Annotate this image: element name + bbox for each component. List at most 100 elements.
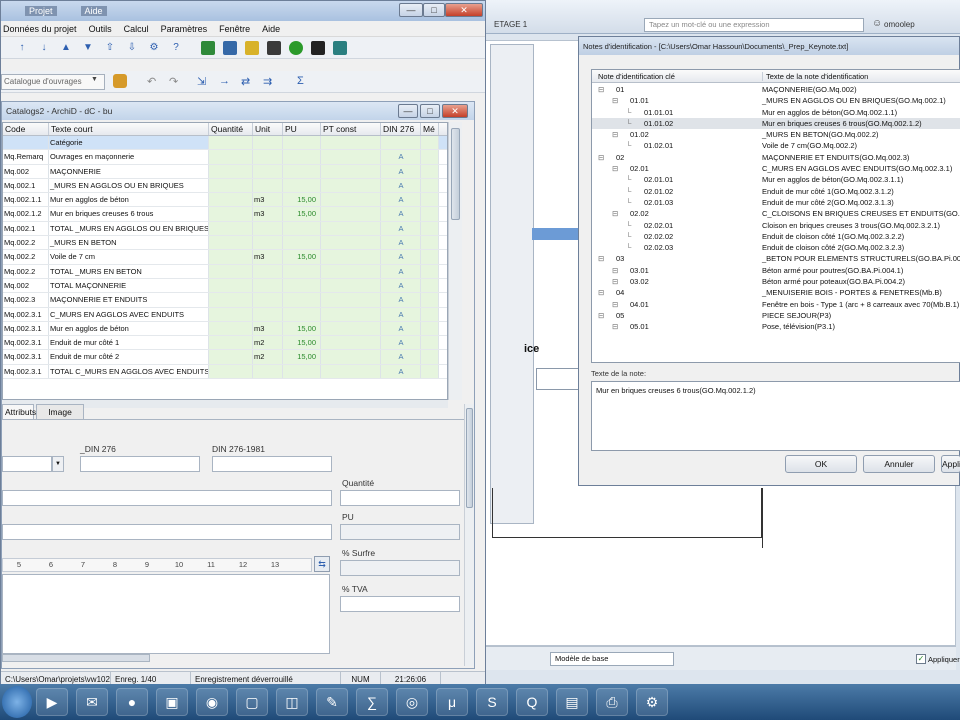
- background-tab-label[interactable]: ETAGE 1: [494, 20, 527, 29]
- cell-pu[interactable]: [283, 364, 321, 379]
- cell-code[interactable]: Mq.002: [3, 278, 49, 293]
- col-pt[interactable]: PT const: [321, 123, 381, 135]
- quantite-field[interactable]: [340, 490, 460, 506]
- cell-unit[interactable]: m3: [253, 321, 283, 336]
- cell-pt[interactable]: [321, 250, 381, 264]
- triangle-up-icon[interactable]: ▲: [59, 41, 73, 55]
- cell-din[interactable]: A: [381, 164, 421, 178]
- cell-me[interactable]: [421, 350, 439, 364]
- tree-row[interactable]: ⊟ 03.01 Béton armé pour poutres(GO.BA.Pi.0…: [592, 265, 960, 276]
- tree-row[interactable]: └ 02.01.02 Enduit de mur côté 1(GO.Mq.002.…: [592, 186, 960, 197]
- left-combo-chevron-icon[interactable]: ▼: [52, 456, 64, 472]
- cell-quantite[interactable]: [209, 207, 253, 221]
- apply-button[interactable]: Appliquer: [941, 455, 960, 473]
- tree-row[interactable]: ⊟ 03.02 Béton armé pour poteaux(GO.BA.Pi.0…: [592, 276, 960, 287]
- close-button[interactable]: ✕: [445, 3, 483, 17]
- double-arrow-icon[interactable]: ⇉: [263, 75, 272, 88]
- long-field-2[interactable]: [2, 524, 332, 540]
- cell-unit[interactable]: [253, 293, 283, 307]
- cell-quantite[interactable]: [209, 150, 253, 164]
- cell-pt[interactable]: [321, 264, 381, 278]
- cell-me[interactable]: [421, 364, 439, 379]
- cell-code[interactable]: Mq.002.3.1: [3, 307, 49, 321]
- cell-pt[interactable]: [321, 236, 381, 250]
- teal-tool-icon[interactable]: [333, 40, 347, 55]
- blue-tool-icon[interactable]: [223, 40, 237, 55]
- cell-text[interactable]: _MURS EN BETON: [49, 236, 209, 250]
- cell-din[interactable]: A: [381, 207, 421, 221]
- cell-unit[interactable]: m3: [253, 193, 283, 207]
- cell-code[interactable]: Mq.002.2: [3, 264, 49, 278]
- black-tool-icon[interactable]: [311, 40, 325, 55]
- menu-outils[interactable]: Outils: [89, 24, 112, 34]
- folder-icon[interactable]: ◫: [276, 688, 308, 716]
- table-row[interactable]: Mq.002 MAÇONNERIE A: [3, 164, 447, 179]
- notes-col-text[interactable]: Texte de la note d'identification: [762, 72, 868, 81]
- tree-row[interactable]: └ 01.02.01 Voile de 7 cm(GO.Mq.002.2): [592, 140, 960, 151]
- cell-unit[interactable]: [253, 307, 283, 321]
- cell-unit[interactable]: [253, 178, 283, 193]
- detail-hscrollbar[interactable]: [2, 654, 150, 662]
- cell-quantite[interactable]: [209, 136, 253, 150]
- lock-icon[interactable]: [113, 74, 127, 88]
- cell-pt[interactable]: [321, 293, 381, 307]
- cell-pu[interactable]: [283, 221, 321, 236]
- cell-code[interactable]: Mq.002.3: [3, 293, 49, 307]
- rich-text-area[interactable]: [2, 574, 330, 654]
- col-text[interactable]: Texte court: [49, 123, 209, 135]
- table-row[interactable]: Catégorie: [3, 136, 447, 151]
- cell-din[interactable]: [381, 136, 421, 150]
- tree-row[interactable]: ⊟ 04.01 Fenêtre en bois - Type 1 (arc + 8 …: [592, 299, 960, 310]
- tree-row[interactable]: ⊟ 02.02 C_CLOISONS EN BRIQUES CREUSES ET E…: [592, 208, 960, 219]
- table-row[interactable]: Mq.002.2 _MURS EN BETON A: [3, 236, 447, 251]
- tree-toggle-icon[interactable]: ⊟: [598, 85, 604, 94]
- cell-quantite[interactable]: [209, 250, 253, 264]
- cell-me[interactable]: [421, 278, 439, 293]
- cell-code[interactable]: Mq.002.3.1: [3, 350, 49, 364]
- table-row[interactable]: Mq.002.3 MAÇONNERIE ET ENDUITS A: [3, 293, 447, 308]
- expand-icon[interactable]: ⇲: [197, 75, 206, 88]
- cell-code[interactable]: Mq.002.1.1: [3, 193, 49, 207]
- cell-pu[interactable]: [283, 150, 321, 164]
- tree-toggle-icon[interactable]: ⊟: [598, 288, 604, 297]
- cell-unit[interactable]: [253, 364, 283, 379]
- background-selected-strip[interactable]: [532, 228, 580, 240]
- cell-text[interactable]: TOTAL MAÇONNERIE: [49, 278, 209, 293]
- onenote-icon[interactable]: ▣: [156, 688, 188, 716]
- grid-scroll-thumb[interactable]: [451, 128, 460, 220]
- pdf-icon[interactable]: ✎: [316, 688, 348, 716]
- cell-text[interactable]: _MURS EN AGGLOS OU EN BRIQUES: [49, 178, 209, 193]
- tree-row[interactable]: ⊟ 02 MAÇONNERIE ET ENDUITS(GO.Mq.002.3): [592, 152, 960, 163]
- menu-donnees[interactable]: Données du projet: [3, 24, 77, 34]
- move-down-icon[interactable]: ↓: [37, 41, 51, 55]
- cell-code[interactable]: Mq.002.2: [3, 250, 49, 264]
- tree-row[interactable]: ⊟ 03 _BETON POUR ELEMENTS STRUCTURELS(GO.B…: [592, 253, 960, 264]
- cell-me[interactable]: [421, 207, 439, 221]
- cell-unit[interactable]: m3: [253, 207, 283, 221]
- catalog-maximize-button[interactable]: □: [420, 104, 440, 118]
- cell-din[interactable]: A: [381, 307, 421, 321]
- catalog-close-button[interactable]: ✕: [442, 104, 468, 118]
- cancel-button[interactable]: Annuler: [863, 455, 935, 473]
- qgis-icon[interactable]: Q: [516, 688, 548, 716]
- cell-text[interactable]: TOTAL _MURS EN AGGLOS OU EN BRIQUES: [49, 221, 209, 236]
- cell-pu[interactable]: 15,00: [283, 207, 321, 221]
- cell-quantite[interactable]: [209, 236, 253, 250]
- cell-pt[interactable]: [321, 178, 381, 193]
- cell-text[interactable]: Ouvrages en maçonnerie: [49, 150, 209, 164]
- cell-code[interactable]: Mq.002.3.1: [3, 321, 49, 336]
- table-row[interactable]: Mq.002 TOTAL MAÇONNERIE A: [3, 278, 447, 294]
- tree-row[interactable]: └ 02.02.01 Cloison en briques creuses 3 tr…: [592, 220, 960, 231]
- detail-scroll-thumb[interactable]: [466, 408, 473, 508]
- tree-row[interactable]: ⊟ 02.01 C_MURS EN AGGLOS AVEC ENDUITS(GO.M…: [592, 163, 960, 174]
- table-row[interactable]: Mq.002.2 TOTAL _MURS EN BETON A: [3, 264, 447, 279]
- cell-quantite[interactable]: [209, 264, 253, 278]
- cell-me[interactable]: [421, 250, 439, 264]
- cell-pu[interactable]: [283, 178, 321, 193]
- table-row[interactable]: Mq.Remarq Ouvrages en maçonnerie A: [3, 150, 447, 165]
- cell-me[interactable]: [421, 193, 439, 207]
- cell-code[interactable]: Mq.002.1.2: [3, 207, 49, 221]
- cell-unit[interactable]: m3: [253, 250, 283, 264]
- sticky-notes-icon[interactable]: ▢: [236, 688, 268, 716]
- cell-pt[interactable]: [321, 150, 381, 164]
